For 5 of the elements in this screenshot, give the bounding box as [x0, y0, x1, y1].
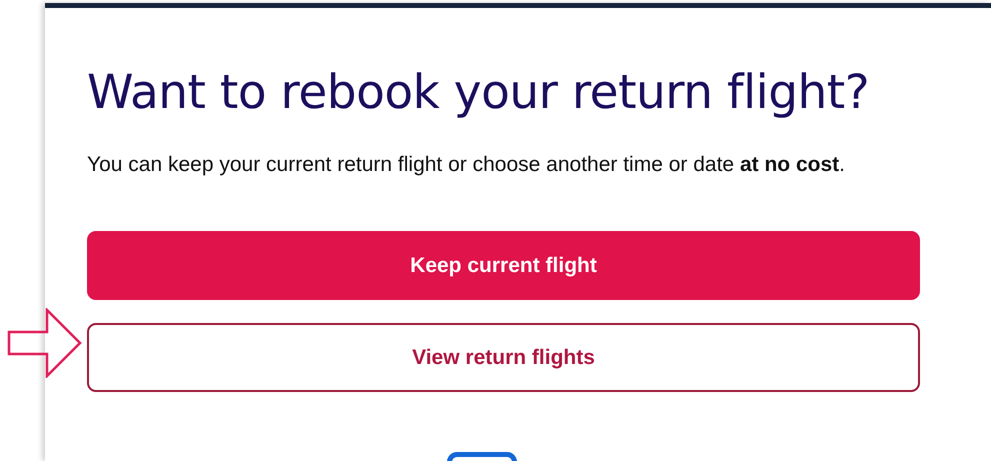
arrow-icon: [7, 308, 83, 378]
message-text: You can keep your current return flight or choose another time or date at no cost.: [87, 152, 846, 178]
heading: Want to rebook your return flight?: [87, 65, 870, 122]
keep-button[interactable]: Keep current flight: [87, 230, 920, 300]
view-button[interactable]: View return flights: [87, 322, 920, 392]
